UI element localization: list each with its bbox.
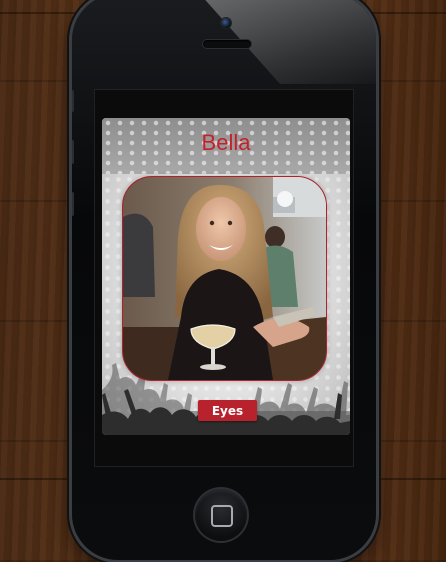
- phone-screen: Bella Eyes: [94, 89, 354, 467]
- profile-photo-image: [123, 177, 326, 380]
- mute-switch: [72, 90, 74, 112]
- front-camera-icon: [221, 18, 231, 28]
- volume-up-button: [72, 140, 74, 164]
- phone-frame: Bella Eyes: [72, 0, 376, 560]
- profile-photo[interactable]: [122, 176, 327, 381]
- home-square-icon: [211, 505, 233, 527]
- volume-down-button: [72, 192, 74, 216]
- profile-card: Bella Eyes: [102, 118, 350, 435]
- profile-name: Bella: [201, 130, 251, 155]
- earpiece-speaker-icon: [203, 40, 251, 48]
- eyes-button[interactable]: Eyes: [198, 400, 257, 421]
- home-button-icon[interactable]: [195, 489, 247, 541]
